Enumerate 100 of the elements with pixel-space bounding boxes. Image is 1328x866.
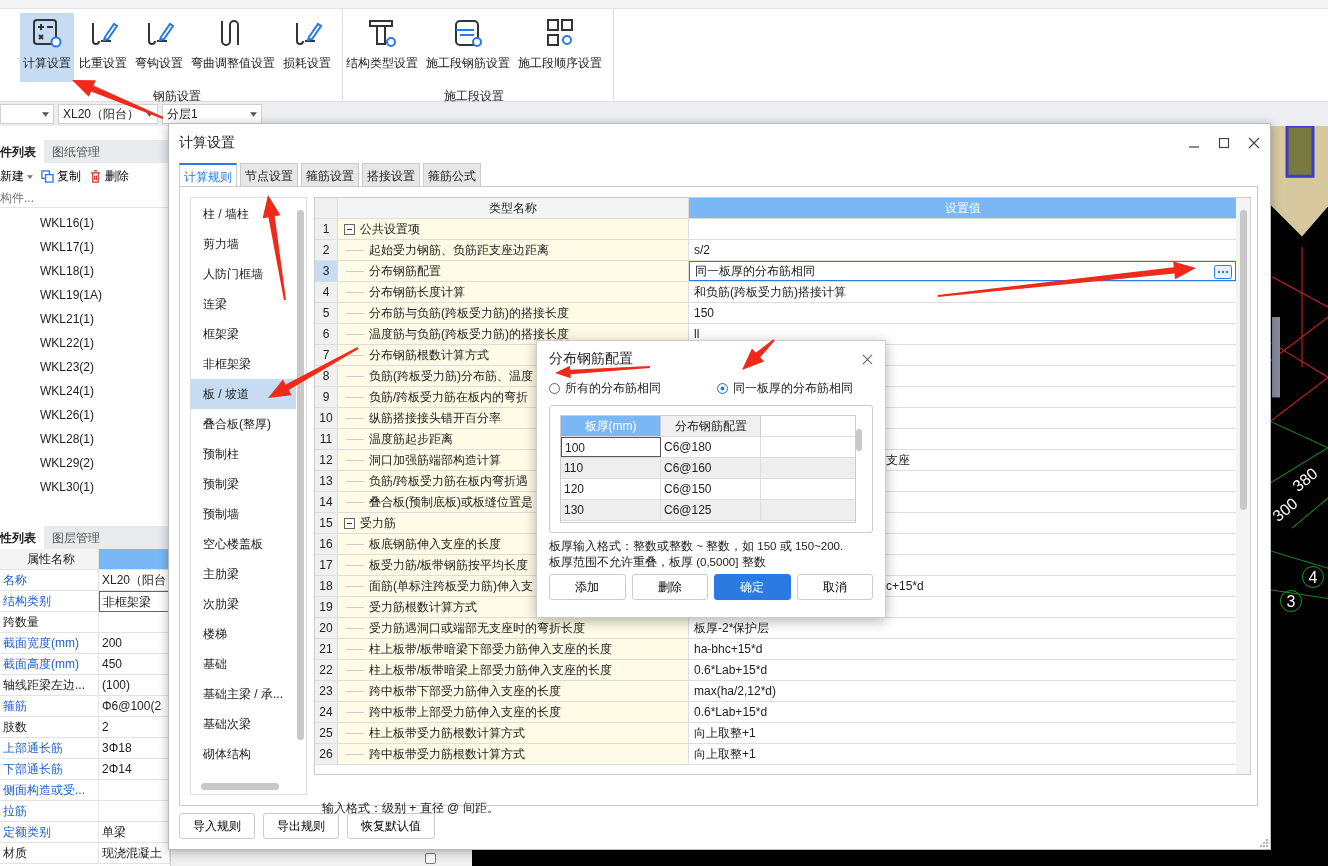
category-item[interactable]: 剪力墙: [191, 229, 296, 259]
dialog-button[interactable]: 导入规则: [179, 813, 255, 839]
setting-name: 负筋/跨板受力筋在板内弯折遇: [369, 472, 529, 490]
thickness-cell[interactable]: 110: [561, 458, 661, 478]
radio-button[interactable]: [717, 382, 728, 394]
toolbar-button[interactable]: 新建: [0, 168, 33, 185]
dialog-tab[interactable]: 节点设置: [240, 163, 298, 186]
setting-value[interactable]: 0.6*Lab+15*d: [689, 702, 1236, 722]
component-item[interactable]: WKL19(1A): [40, 283, 170, 307]
component-item[interactable]: WKL28(1): [40, 427, 170, 451]
component-item[interactable]: WKL26(1): [40, 403, 170, 427]
component-item[interactable]: WKL29(2): [40, 451, 170, 475]
combo-box[interactable]: XL20（阳台）: [58, 104, 158, 124]
radio-option[interactable]: 所有的分布筋相同: [549, 377, 661, 399]
collapse-icon[interactable]: [344, 517, 355, 529]
setting-value[interactable]: 0.6*Lab+15*d: [689, 660, 1236, 680]
more-icon[interactable]: [1214, 265, 1232, 279]
panel-tab[interactable]: 性列表: [0, 526, 44, 549]
category-item[interactable]: 楼梯: [191, 619, 296, 649]
combo-box[interactable]: 分层1: [162, 104, 262, 124]
resize-grip-icon[interactable]: [1260, 839, 1268, 847]
row-number: 13: [315, 471, 338, 491]
rebar-cell[interactable]: C6@160: [661, 458, 761, 478]
collapse-icon[interactable]: [344, 223, 355, 235]
category-item[interactable]: 砌体结构: [191, 739, 296, 769]
component-item[interactable]: WKL24(1): [40, 379, 170, 403]
panel-tab[interactable]: 件列表: [0, 140, 44, 163]
ribbon-button[interactable]: 计算设置: [20, 13, 74, 82]
category-item[interactable]: 主肋梁: [191, 559, 296, 589]
category-item[interactable]: 基础主梁 / 承...: [191, 679, 296, 709]
radio-button[interactable]: [549, 382, 560, 394]
component-item[interactable]: WKL18(1): [40, 259, 170, 283]
toolbar-button[interactable]: 复制: [41, 168, 81, 185]
setting-value[interactable]: 150: [689, 303, 1236, 323]
dialog-button[interactable]: 添加: [549, 574, 626, 600]
category-item[interactable]: 叠合板(整厚): [191, 409, 296, 439]
dialog-tab[interactable]: 计算规则: [179, 163, 237, 186]
dialog-button[interactable]: 导出规则: [263, 813, 339, 839]
ribbon-button[interactable]: 施工段顺序设置: [515, 13, 605, 82]
rebar-cell[interactable]: C6@180: [661, 437, 761, 457]
category-item[interactable]: 基础: [191, 649, 296, 679]
component-item[interactable]: WKL30(1): [40, 475, 170, 499]
maximize-icon[interactable]: [1218, 136, 1230, 149]
setting-value[interactable]: 向上取整+1: [689, 723, 1236, 743]
setting-value[interactable]: ha-bhc+15*d: [689, 639, 1236, 659]
category-item[interactable]: 人防门框墙: [191, 259, 296, 289]
component-item[interactable]: WKL21(1): [40, 307, 170, 331]
category-item[interactable]: 预制柱: [191, 439, 296, 469]
dialog-button[interactable]: 取消: [796, 574, 873, 600]
component-item[interactable]: WKL17(1): [40, 235, 170, 259]
dialog-tab[interactable]: 箍筋设置: [301, 163, 359, 186]
setting-value[interactable]: 同一板厚的分布筋相同: [689, 261, 1236, 281]
ribbon-button[interactable]: 损耗设置: [280, 13, 334, 82]
radio-option[interactable]: 同一板厚的分布筋相同: [717, 377, 853, 399]
rebar-cell[interactable]: C6@125: [661, 500, 761, 520]
thickness-cell[interactable]: 130: [561, 500, 661, 520]
thickness-cell[interactable]: 120: [561, 479, 661, 499]
ribbon-button[interactable]: 弯曲调整值设置: [188, 13, 278, 82]
dialog-button[interactable]: 恢复默认值: [347, 813, 435, 839]
setting-name: 分布筋与负筋(跨板受力筋)的搭接长度: [369, 304, 569, 322]
setting-name: 柱上板带/板带暗梁下部受力筋伸入支座的长度: [369, 640, 613, 658]
rebar-cell[interactable]: C6@150: [661, 479, 761, 499]
category-item[interactable]: 框架梁: [191, 319, 296, 349]
category-item[interactable]: 连梁: [191, 289, 296, 319]
ribbon-button[interactable]: 弯钩设置: [132, 13, 186, 82]
panel-tab[interactable]: 图纸管理: [44, 140, 108, 163]
component-item[interactable]: WKL22(1): [40, 331, 170, 355]
setting-value[interactable]: 和负筋(跨板受力筋)搭接计算: [689, 282, 1236, 302]
axis-label: 300: [1269, 494, 1302, 526]
ribbon-button[interactable]: 施工段钢筋设置: [423, 13, 513, 82]
category-item[interactable]: 柱 / 墙柱: [191, 199, 296, 229]
setting-value[interactable]: s/2: [689, 240, 1236, 260]
component-item[interactable]: WKL23(2): [40, 355, 170, 379]
close-icon[interactable]: [862, 353, 873, 365]
panel-tab[interactable]: 图层管理: [44, 526, 108, 549]
category-item[interactable]: 预制梁: [191, 469, 296, 499]
close-icon[interactable]: [1248, 136, 1260, 149]
toolbar-button[interactable]: 删除: [89, 168, 129, 185]
caret-icon: [27, 174, 33, 179]
ribbon-button[interactable]: 结构类型设置: [343, 13, 421, 82]
checkbox[interactable]: [425, 853, 436, 864]
category-item[interactable]: 空心楼盖板: [191, 529, 296, 559]
dialog-tab[interactable]: 箍筋公式: [423, 163, 481, 186]
setting-value[interactable]: max(ha/2,12*d): [689, 681, 1236, 701]
thickness-cell[interactable]: 100: [561, 437, 661, 457]
category-item[interactable]: 次肋梁: [191, 589, 296, 619]
setting-value[interactable]: 向上取整+1: [689, 744, 1236, 764]
category-item[interactable]: 非框架梁: [191, 349, 296, 379]
category-item[interactable]: 板 / 坡道: [191, 379, 296, 409]
dialog-button[interactable]: 确定: [714, 574, 791, 600]
dialog-button[interactable]: 删除: [631, 574, 708, 600]
category-item[interactable]: 基础次梁: [191, 709, 296, 739]
component-item[interactable]: WKL16(1): [40, 211, 170, 235]
ribbon-button[interactable]: 比重设置: [76, 13, 130, 82]
setting-value[interactable]: ll: [689, 324, 1236, 344]
setting-value[interactable]: 板厚-2*保护层: [689, 618, 1236, 638]
row-number: 25: [315, 723, 338, 743]
dialog-tab[interactable]: 搭接设置: [362, 163, 420, 186]
row-number: 9: [315, 387, 338, 407]
category-item[interactable]: 预制墙: [191, 499, 296, 529]
